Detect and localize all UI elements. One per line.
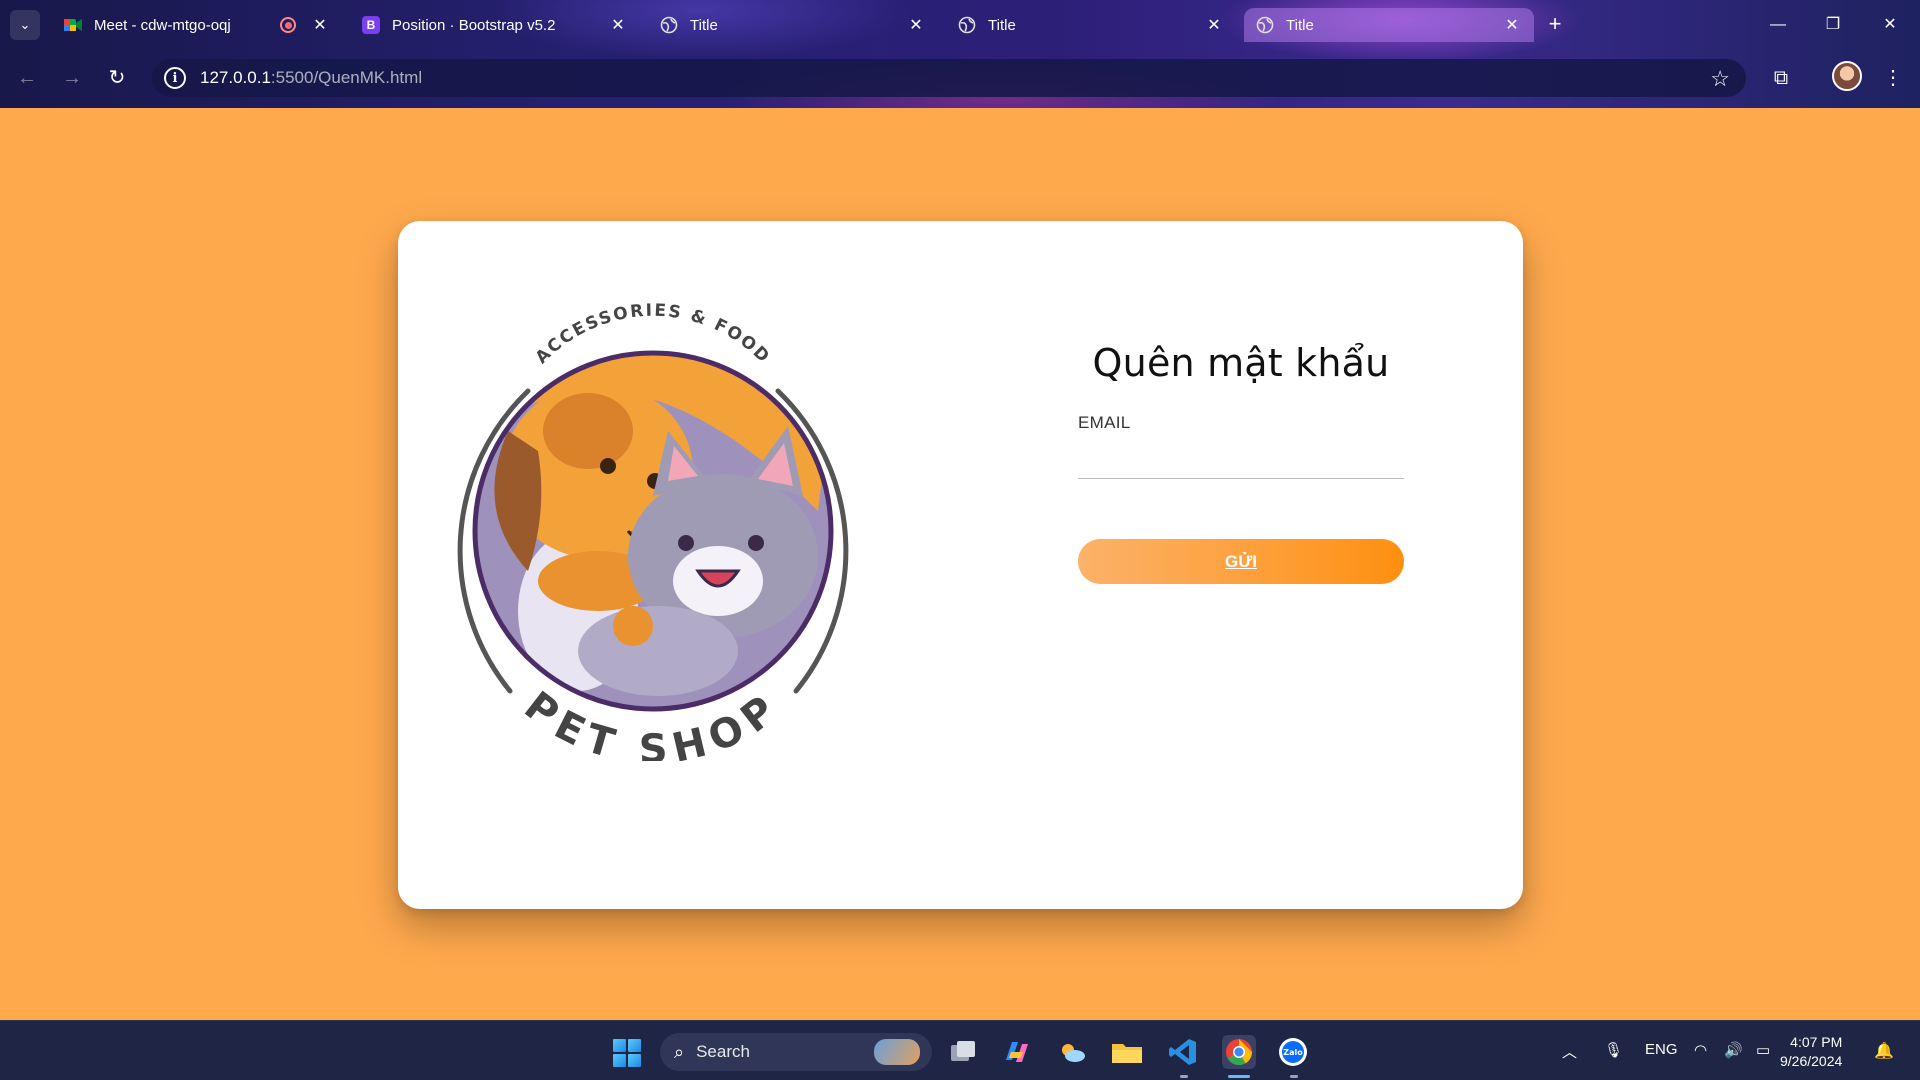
arrow-right-icon: →	[62, 67, 82, 89]
weather-icon[interactable]	[1055, 1035, 1089, 1069]
copilot-icon[interactable]	[1000, 1035, 1034, 1069]
clock-time: 4:07 PM	[1790, 1034, 1843, 1050]
restore-button[interactable]: ❐	[1813, 10, 1853, 40]
browser-chrome: ⌄ Meet - cdw-mtgo-oqj ✕ B Position · Boo…	[0, 0, 1920, 108]
close-icon[interactable]: ✕	[310, 15, 330, 35]
clock-date: 9/26/2024	[1780, 1053, 1843, 1069]
globe-icon	[660, 16, 678, 34]
tab-meet[interactable]: Meet - cdw-mtgo-oqj ✕	[52, 8, 342, 42]
close-icon[interactable]: ✕	[608, 15, 628, 35]
menu-icon[interactable]: ⋮	[1878, 63, 1908, 93]
reload-icon: ↻	[108, 67, 126, 89]
tab-title: Meet - cdw-mtgo-oqj	[94, 16, 231, 34]
address-bar[interactable]: i 127.0.0.1:5500/QuenMK.html ☆	[152, 59, 1746, 97]
forgot-password-card: ACCESSORIES & FOOD PET SHOP Quên mật khẩ…	[398, 221, 1523, 909]
bootstrap-icon: B	[362, 16, 380, 34]
folder-icon[interactable]	[1110, 1035, 1144, 1069]
search-highlight-image	[874, 1039, 920, 1065]
globe-icon	[958, 16, 976, 34]
close-window-button[interactable]: ✕	[1870, 10, 1910, 40]
tab-title-2[interactable]: Title ✕	[946, 8, 1236, 42]
tab-title-active[interactable]: Title ✕	[1244, 8, 1534, 42]
forward-button[interactable]: →	[57, 63, 87, 93]
notification-bell-icon[interactable]: 🔔	[1874, 1041, 1894, 1061]
minimize-button[interactable]: —	[1758, 10, 1798, 40]
tab-strip: ⌄ Meet - cdw-mtgo-oqj ✕ B Position · Boo…	[0, 0, 1920, 50]
forgot-password-form: Quên mật khẩu EMAIL GỬI	[1078, 341, 1404, 584]
zalo-icon[interactable]: Zalo	[1276, 1035, 1310, 1069]
system-clock[interactable]: 4:07 PM 9/26/2024	[1780, 1033, 1842, 1071]
windows-taskbar: ⌕ Search Zalo ︿ 🎙 ENG ◠ 🔊 ▭ 4:07 PM 9/26…	[0, 1020, 1920, 1080]
tab-title-1[interactable]: Title ✕	[648, 8, 938, 42]
close-icon[interactable]: ✕	[906, 15, 926, 35]
battery-icon[interactable]: ▭	[1756, 1041, 1770, 1059]
wifi-icon[interactable]: ◠	[1694, 1041, 1707, 1059]
app-running-indicator	[1180, 1075, 1188, 1078]
search-icon: ⌕	[674, 1041, 685, 1062]
language-indicator[interactable]: ENG	[1645, 1041, 1678, 1058]
profile-avatar[interactable]	[1832, 61, 1862, 91]
bookmark-star-icon[interactable]: ☆	[1710, 66, 1730, 92]
page-viewport: ACCESSORIES & FOOD PET SHOP Quên mật khẩ…	[0, 108, 1920, 1020]
send-button[interactable]: GỬI	[1078, 539, 1404, 584]
page-title: Quên mật khẩu	[1092, 341, 1390, 385]
globe-icon	[1256, 16, 1274, 34]
vscode-icon[interactable]	[1166, 1035, 1200, 1069]
new-tab-button[interactable]: +	[1542, 12, 1568, 38]
url-path: :5500/QuenMK.html	[270, 68, 423, 87]
email-label: EMAIL	[1078, 413, 1131, 432]
extensions-icon[interactable]: ⧉	[1766, 63, 1796, 93]
tab-bootstrap[interactable]: B Position · Bootstrap v5.2 ✕	[350, 8, 640, 42]
svg-text:Zalo: Zalo	[1283, 1048, 1303, 1057]
arrow-left-icon: ←	[17, 67, 37, 89]
tab-search-button[interactable]: ⌄	[10, 10, 40, 40]
volume-icon[interactable]: 🔊	[1724, 1041, 1743, 1059]
tray-overflow-icon[interactable]: ︿	[1562, 1041, 1577, 1062]
taskbar-search[interactable]: ⌕ Search	[660, 1033, 932, 1071]
microphone-icon[interactable]: 🎙	[1604, 1041, 1623, 1059]
site-info-icon[interactable]: i	[164, 67, 186, 89]
file-explorer-icon[interactable]	[946, 1035, 980, 1069]
tab-title: Title	[690, 16, 718, 34]
browser-toolbar: ← → ↻ i 127.0.0.1:5500/QuenMK.html ☆ ⧉ ⋮	[0, 52, 1920, 104]
app-running-indicator	[1290, 1075, 1298, 1078]
pet-shop-logo: ACCESSORIES & FOOD PET SHOP	[457, 301, 849, 761]
email-field[interactable]	[1078, 441, 1404, 479]
reload-button[interactable]: ↻	[102, 63, 132, 93]
windows-start-icon[interactable]	[613, 1039, 641, 1067]
tab-title: Title	[988, 16, 1016, 34]
app-active-indicator	[1228, 1075, 1250, 1078]
recording-icon	[280, 17, 296, 33]
tab-title: Position · Bootstrap v5.2	[392, 16, 556, 34]
taskbar-search-label: Search	[696, 1042, 750, 1061]
close-icon[interactable]: ✕	[1502, 15, 1522, 35]
tab-title: Title	[1286, 16, 1314, 34]
close-icon[interactable]: ✕	[1204, 15, 1224, 35]
chrome-icon[interactable]	[1222, 1035, 1256, 1069]
google-meet-icon	[64, 16, 82, 34]
chevron-down-icon: ⌄	[19, 17, 31, 32]
back-button[interactable]: ←	[12, 63, 42, 93]
url-host: 127.0.0.1	[200, 68, 271, 87]
